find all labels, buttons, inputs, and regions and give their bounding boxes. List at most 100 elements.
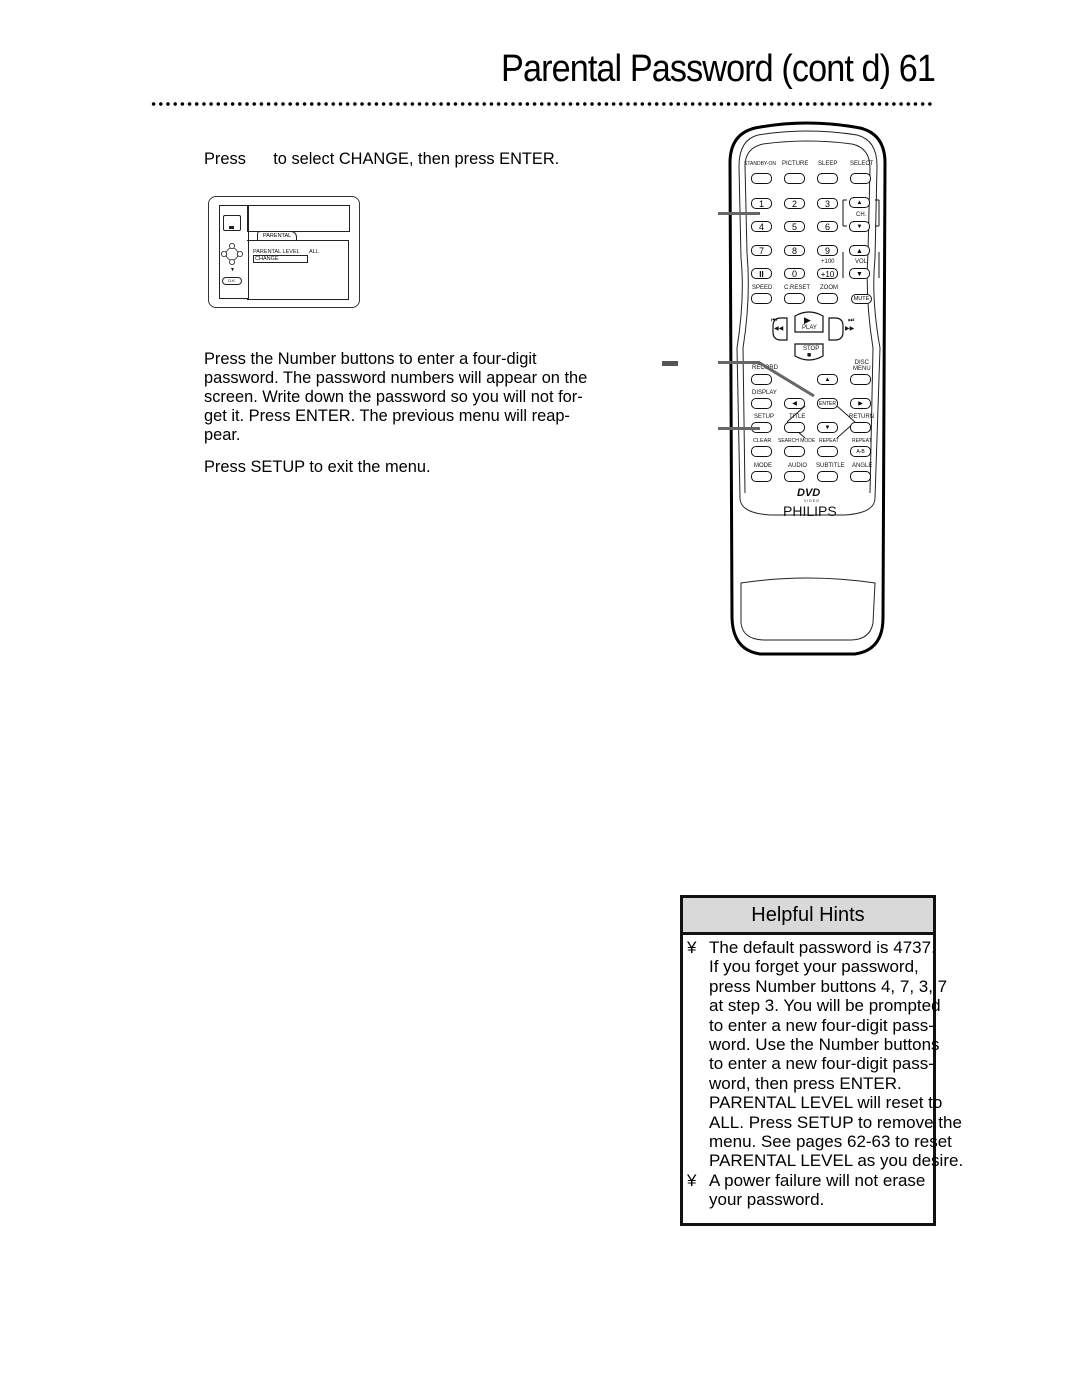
step-3-text: Press the Number buttons to enter a four… [204,350,624,445]
repeat-ab-button: A-B [850,446,871,457]
label-disc-menu: DISC MENU [853,360,871,372]
osd-screen-illustration: ▼ O.K. PARENTAL PARENTAL LEVEL ALL CHANG… [208,196,360,308]
sleep-button [817,173,838,184]
label-clear: CLEAR [753,438,772,444]
skip-forward-icon: ⏭ [848,317,855,324]
leader-line-diagonal [758,360,815,398]
step-2-text: Press to select CHANGE, then press ENTER… [204,150,560,168]
hint-text: press Number buttons 4, 7, 3, 7 [709,976,948,996]
leader-line-enter [718,361,760,364]
right-arrow-button: ▶ [850,398,871,409]
title-dotted-rule [150,101,935,107]
hint-text: PARENTAL LEVEL as you desire. [709,1151,964,1171]
hint-text: at step 3. You will be prompted [709,996,941,1016]
hint-text: The default password is 4737. [709,938,936,957]
picture-button [784,173,805,184]
number-7-button: 7 [751,245,772,256]
text-line: get it. Press ENTER. The previous menu w… [204,407,570,425]
hint-text: word, then press ENTER. [709,1073,902,1093]
hint-text: to enter a new four-digit pass- [709,1054,934,1074]
mode-button [751,471,772,482]
label-audio: AUDIO [788,463,808,469]
number-2-button: 2 [784,198,805,209]
helpful-hints-header: Helpful Hints [683,898,933,935]
step-marker [662,361,678,366]
select-button [850,173,871,184]
osd-change-item: CHANGE [253,255,308,263]
label-c-reset: C.RESET [784,285,811,291]
label-select: SELECT [850,161,874,167]
skip-back-icon: ⏮ [771,317,778,324]
label-plus100: +100 [821,259,835,265]
hint-text: your password. [709,1190,825,1210]
hint-text: ALL. Press SETUP to remove the [709,1112,962,1132]
number-3-button: 3 [817,198,838,209]
ok-button-icon: O.K. [222,277,242,285]
search-mode-button [784,446,805,457]
up-arrow-button: ▲ [817,374,838,385]
hint-text: to enter a new four-digit pass- [709,1015,934,1035]
helpful-hints-box: Helpful Hints ¥ The default password is 4… [680,895,963,1226]
rewind-icon: ◀◀ [774,326,784,332]
text-line: Press the Number buttons to enter a four… [204,350,537,368]
channel-up-button: ▲ [849,197,870,208]
label-repeat-ab: REPEAT [852,438,872,444]
down-arrow-button: ▼ [817,422,838,433]
title-button [784,422,805,433]
step-4-text: Press SETUP to exit the menu. [204,458,431,476]
volume-down-button: ▼ [849,268,870,279]
mute-button: MUTE [851,294,872,304]
number-6-button: 6 [817,221,838,232]
label-search-mode: SEARCH MODE [778,438,816,444]
angle-button [850,471,871,482]
label-zoom: ZOOM [820,285,838,291]
osd-tab-parental: PARENTAL [257,231,298,240]
speed-button [751,293,772,304]
helpful-hints-body: ¥ The default password is 4737. If you fo… [687,938,963,1210]
bullet-icon: ¥ [687,938,697,957]
fast-forward-icon: ▶▶ [845,326,855,332]
volume-up-button: ▲ [849,245,870,256]
dvd-logo: DVD [797,487,821,499]
label-angle: ANGLE [852,463,873,469]
number-0-button: 0 [784,268,805,279]
dpad-icon [221,243,243,265]
hint-text: PARENTAL LEVEL will reset to [709,1093,943,1113]
hint-text: menu. See pages 62-63 to reset [709,1132,952,1152]
text-line: screen. Write down the password so you w… [204,388,583,406]
label-mode: MODE [754,463,772,469]
hint-text: If you forget your password, [709,957,919,977]
enter-button: ENTER [817,398,838,409]
standby-on-button [751,173,772,184]
number-4-button: 4 [751,221,772,232]
bullet-icon: ¥ [687,1170,697,1190]
label-return: RETURN [849,414,874,420]
number-8-button: 8 [784,245,805,256]
leader-line-number-buttons [718,212,760,215]
number-1-button: 1 [751,198,772,209]
label-subtitle: SUBTITLE [816,463,845,469]
osd-parental-level-value: ALL [309,249,319,255]
clear-button [751,446,772,457]
audio-button [784,471,805,482]
label-vol: VOL. [855,259,869,265]
down-arrow-icon: ▼ [230,267,235,273]
label-setup: SETUP [754,414,775,420]
c-reset-button [784,293,805,304]
tv-icon [223,215,241,231]
brand-logo: PHILIPS [783,503,837,519]
display-button [751,398,772,409]
zoom-button [817,293,838,304]
plus10-button: +10 [817,268,838,279]
label-picture: PICTURE [782,161,809,167]
hint-item: ¥ A power failure will not erase [687,1171,963,1190]
label-ch: CH. [856,212,867,218]
label-play: PLAY [802,325,817,331]
label-sleep: SLEEP [818,161,838,167]
label-repeat: REPEAT [819,438,839,444]
left-arrow-button: ◀ [784,398,805,409]
number-5-button: 5 [784,221,805,232]
label-standby-on: STANDBY-ON [744,161,776,167]
leader-line-setup [718,427,760,430]
hint-text: A power failure will not erase [709,1170,926,1190]
